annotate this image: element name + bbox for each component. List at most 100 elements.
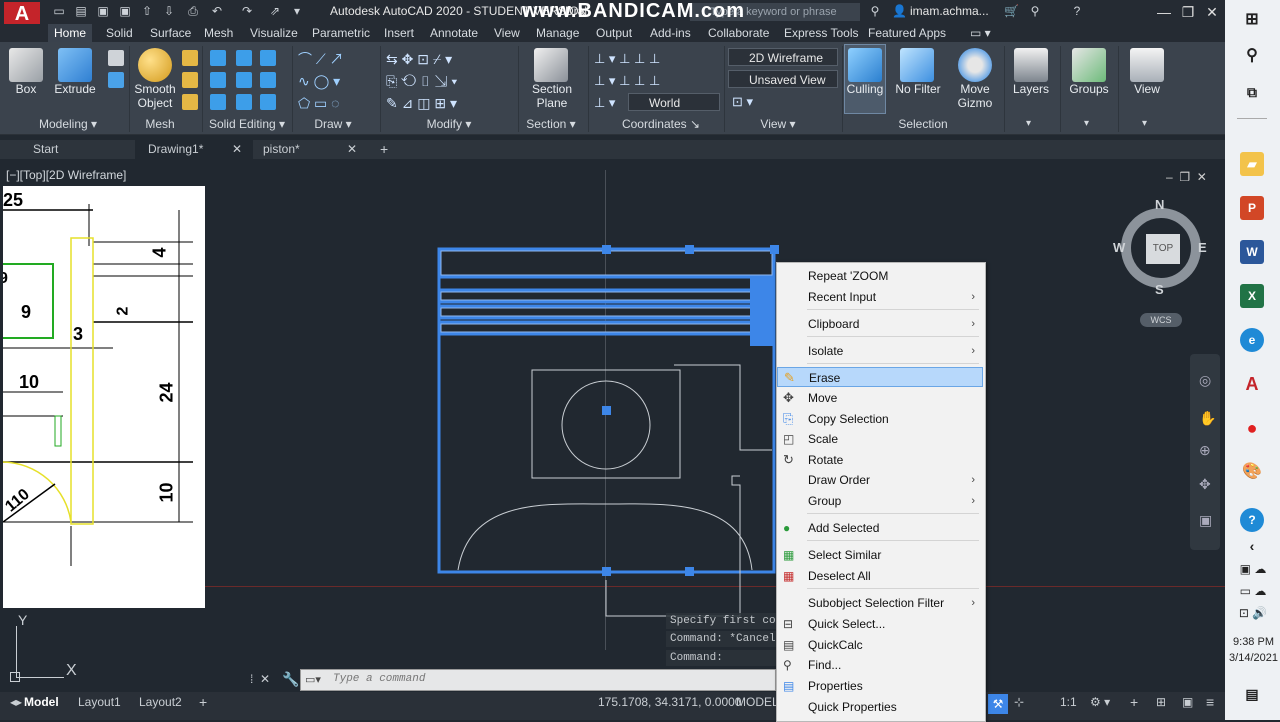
orbit-icon[interactable]: ✥ (1199, 476, 1211, 493)
move-gizmo-label-1[interactable]: Move (950, 82, 1000, 96)
annotation-monitor-icon[interactable]: + (1130, 692, 1138, 712)
panel-draw[interactable]: Draw ▾ (306, 117, 360, 132)
layers-label[interactable]: Layers (1008, 82, 1054, 96)
minimize-button[interactable]: — (1152, 2, 1176, 22)
extract-edges-icon[interactable] (260, 50, 276, 66)
selection-cycling-icon[interactable]: ⊹ (1014, 692, 1024, 712)
zoom-extents-icon[interactable]: ⊕ (1199, 442, 1211, 459)
tab-add-ins[interactable]: Add-ins (644, 24, 697, 42)
ucs-dropdown[interactable]: World (628, 93, 720, 111)
clock-date[interactable]: 3/14/2021 (1227, 652, 1280, 664)
binoculars-icon[interactable]: ⚲ (868, 4, 882, 18)
groups-label[interactable]: Groups (1064, 82, 1114, 96)
help-icon[interactable]: ? (1070, 4, 1084, 18)
open-web-icon[interactable]: ⇧ (140, 4, 154, 18)
file-tab-start[interactable]: Start (33, 140, 58, 159)
customize-qat-icon[interactable]: ▾ (290, 4, 304, 18)
viewcube-top-face[interactable]: TOP (1146, 234, 1180, 264)
units-icon[interactable]: ⊞ (1156, 692, 1166, 712)
menu-item-select-similar[interactable]: ▦ Select Similar (777, 545, 983, 565)
save-as-icon[interactable]: ▣ (118, 4, 132, 18)
ribbon-display-toggle-icon[interactable]: ▭ ▾ (964, 24, 997, 42)
mesh-refine-icon[interactable] (182, 72, 198, 88)
viewports-icon[interactable]: ⊡ ▾ (732, 94, 753, 110)
tab-featured-apps[interactable]: Featured Apps (862, 24, 952, 42)
tab-home[interactable]: Home (48, 24, 93, 42)
separate-icon[interactable] (260, 94, 276, 110)
menu-item-subobject-selection-filter[interactable]: Subobject Selection Filter › (777, 593, 983, 613)
section-plane-icon[interactable] (534, 48, 568, 82)
menu-item-repeat-zoom[interactable]: Repeat 'ZOOM (777, 266, 983, 286)
menu-item-deselect-all[interactable]: ▦ Deselect All (777, 566, 983, 586)
no-filter-icon[interactable] (900, 48, 934, 82)
restore-button[interactable]: ❐ (1176, 2, 1200, 22)
extrude-faces-icon[interactable] (260, 72, 276, 88)
panel-section[interactable]: Section ▾ (518, 117, 584, 132)
tab-layout2[interactable]: Layout2 (139, 692, 182, 712)
command-line-input[interactable]: ▭▾ Type a command (300, 669, 776, 691)
viewcube-south[interactable]: S (1155, 282, 1164, 297)
tab-visualize[interactable]: Visualize (244, 24, 304, 42)
model-space-toggle[interactable]: MODEL (736, 692, 779, 712)
menu-item-add-selected[interactable]: ● Add Selected (777, 518, 983, 538)
panel-modeling[interactable]: Modeling ▾ (30, 117, 106, 132)
customization-menu-icon[interactable]: ≡ (1206, 692, 1214, 712)
section-plane-label-1[interactable]: Section (524, 82, 580, 96)
coordinates-readout[interactable]: 175.1708, 34.3171, 0.0000 (598, 692, 741, 712)
windows-start-icon[interactable]: ⊞ (1240, 8, 1264, 32)
interfere-icon[interactable] (236, 72, 252, 88)
saved-view-dropdown[interactable]: Unsaved View (728, 70, 838, 88)
menu-item-copy-selection[interactable]: ⎘ Copy Selection (777, 409, 983, 429)
wcs-menu[interactable]: WCS (1140, 313, 1182, 327)
subtract-icon[interactable] (210, 72, 226, 88)
viewcube-east[interactable]: E (1198, 240, 1207, 255)
visual-style-dropdown[interactable]: 2D Wireframe (728, 48, 838, 66)
new-file-icon[interactable]: ▭ (52, 4, 66, 18)
slice-icon[interactable] (236, 50, 252, 66)
menu-item-properties[interactable]: ▤ Properties (777, 676, 983, 696)
share-icon[interactable]: ⇗ (268, 4, 282, 18)
intersect-icon[interactable] (210, 94, 226, 110)
menu-item-erase[interactable]: ✎ Erase (777, 367, 983, 387)
tab-mesh[interactable]: Mesh (198, 24, 239, 42)
new-tab-button[interactable]: + (380, 140, 388, 159)
autocad-icon[interactable]: A (1240, 372, 1264, 396)
box-icon[interactable] (9, 48, 43, 82)
view-label[interactable]: View (1122, 82, 1172, 96)
tab-view[interactable]: View (488, 24, 526, 42)
tab-output[interactable]: Output (590, 24, 638, 42)
show-hidden-icons-icon[interactable]: ‹ (1240, 534, 1264, 558)
autodesk-app-store-icon[interactable]: 🛒 (1004, 4, 1019, 18)
mesh-crease-icon[interactable] (182, 94, 198, 110)
edge-icon[interactable]: e (1240, 328, 1264, 352)
tab-solid[interactable]: Solid (100, 24, 139, 42)
extrude-button-label[interactable]: Extrude (50, 82, 100, 96)
smooth-object-label-2[interactable]: Object (130, 96, 180, 110)
recent-commands-icon[interactable]: ▭▾ (305, 673, 321, 686)
view-icon[interactable] (1130, 48, 1164, 82)
viewcube-north[interactable]: N (1155, 197, 1164, 212)
tab-model[interactable]: Model (24, 692, 59, 712)
new-layout-button[interactable]: + (199, 692, 207, 712)
close-button[interactable]: ✕ (1200, 2, 1224, 22)
menu-item-quick-properties[interactable]: Quick Properties (777, 697, 983, 717)
box-button-label[interactable]: Box (6, 82, 46, 96)
viewport-window-controls[interactable]: – ❐ ✕ (1166, 170, 1207, 184)
workspace-gear-icon[interactable]: ⚙ ▾ (1090, 692, 1110, 712)
viewport-controls[interactable]: [−][Top][2D Wireframe] (6, 168, 126, 182)
thicken-icon[interactable] (236, 94, 252, 110)
word-icon[interactable]: W (1240, 240, 1264, 264)
section-plane-label-2[interactable]: Plane (524, 96, 580, 110)
save-icon[interactable]: ▣ (96, 4, 110, 18)
user-icon[interactable]: 👤 (892, 4, 907, 18)
tab-express-tools[interactable]: Express Tools (778, 24, 864, 42)
menu-item-scale[interactable]: ◰ Scale (777, 429, 983, 449)
paint-icon[interactable]: 🎨 (1240, 460, 1264, 484)
menu-item-clipboard[interactable]: Clipboard › (777, 314, 983, 334)
union-icon[interactable] (210, 50, 226, 66)
user-sign-in[interactable]: imam.achma... (910, 4, 989, 18)
full-navigation-wheel-icon[interactable]: ◎ (1199, 372, 1211, 389)
file-tab-drawing1[interactable]: Drawing1* (148, 140, 203, 159)
undo-icon[interactable]: ↶ (210, 4, 224, 18)
application-menu-button[interactable]: A (4, 2, 40, 25)
